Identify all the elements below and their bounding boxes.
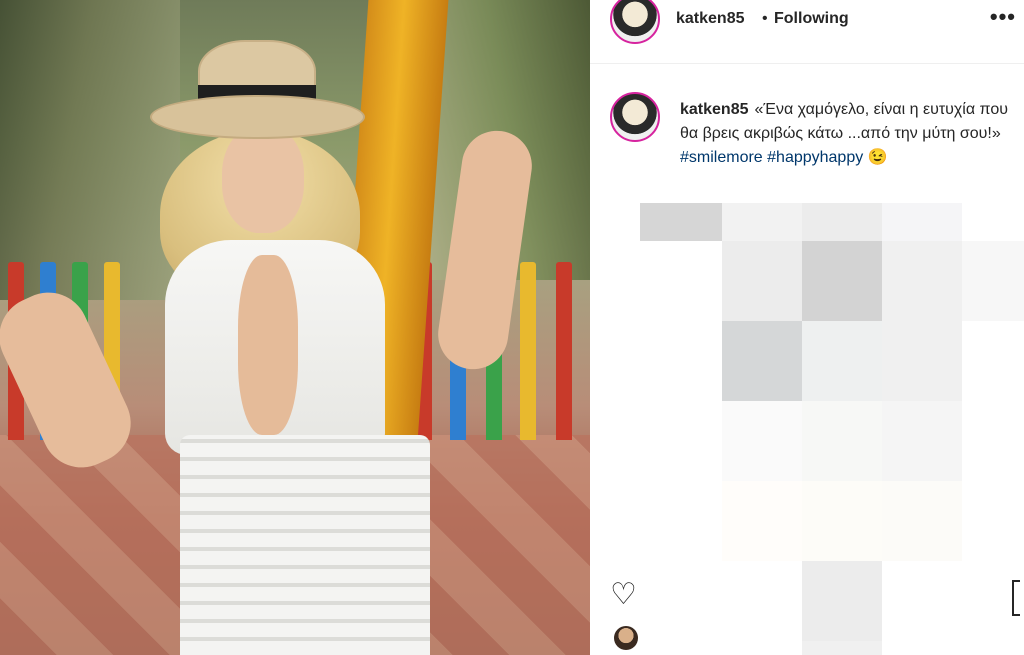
pixel-block — [882, 561, 962, 641]
pixel-block — [722, 561, 802, 641]
bookmark-icon[interactable] — [1012, 580, 1020, 616]
wink-emoji: 😉 — [867, 149, 888, 166]
following-button[interactable]: Following — [774, 10, 849, 28]
face — [222, 125, 304, 233]
pixel-block — [640, 203, 722, 241]
pixel-block — [722, 481, 802, 561]
pixel-block — [640, 641, 722, 655]
pixel-block — [802, 561, 882, 641]
fence-slat — [520, 262, 536, 440]
pixel-block — [962, 481, 1024, 561]
pixel-block — [962, 321, 1024, 401]
neckline — [238, 255, 298, 435]
pixel-block — [722, 401, 802, 481]
pixel-block — [882, 641, 962, 655]
liker-avatar[interactable] — [614, 626, 638, 650]
lace-skirt — [180, 435, 430, 655]
pixel-block — [882, 203, 962, 241]
hashtag-smilemore[interactable]: #smilemore — [680, 149, 763, 166]
pixel-block — [802, 321, 882, 401]
person-figure — [0, 40, 537, 655]
pixel-block — [882, 401, 962, 481]
pixel-block — [962, 241, 1024, 321]
post-photo[interactable] — [0, 0, 590, 655]
author-avatar[interactable] — [610, 0, 660, 44]
post-side-panel: katken85 • Following ••• katken85 «Ένα χα… — [590, 0, 1024, 655]
caption-username[interactable]: katken85 — [680, 101, 749, 118]
pixel-block — [640, 561, 722, 641]
caption: katken85 «Ένα χαμόγελο, είναι η ευτυχία π… — [680, 98, 1010, 170]
pixel-block — [962, 401, 1024, 481]
header-separator: • — [762, 10, 768, 27]
pixel-block — [882, 321, 962, 401]
pixel-block — [640, 481, 722, 561]
author-username[interactable]: katken85 — [676, 10, 745, 28]
pixelated-comments — [640, 203, 1024, 655]
pixel-block — [640, 241, 722, 321]
post-header: katken85 • Following ••• — [590, 0, 1024, 64]
pixel-block — [722, 203, 802, 241]
pixel-block — [962, 203, 1024, 241]
caption-avatar[interactable] — [610, 92, 660, 142]
hat-brim — [150, 95, 365, 139]
pixel-block — [640, 321, 722, 401]
hashtag-happyhappy[interactable]: #happyhappy — [767, 149, 863, 166]
pixel-block — [882, 241, 962, 321]
pixel-block — [802, 203, 882, 241]
post-actions: ♡ — [590, 560, 640, 655]
pixel-block — [722, 641, 802, 655]
pixel-block — [882, 481, 962, 561]
pixel-block — [962, 641, 1024, 655]
pixel-block — [722, 241, 802, 321]
fence-slat — [556, 262, 572, 440]
more-icon[interactable]: ••• — [990, 4, 1016, 30]
pixel-block — [802, 641, 882, 655]
pixel-block — [722, 321, 802, 401]
heart-icon[interactable]: ♡ — [610, 580, 640, 610]
pixel-block — [802, 481, 882, 561]
pixel-block — [802, 241, 882, 321]
pixel-block — [640, 401, 722, 481]
pixel-block — [802, 401, 882, 481]
